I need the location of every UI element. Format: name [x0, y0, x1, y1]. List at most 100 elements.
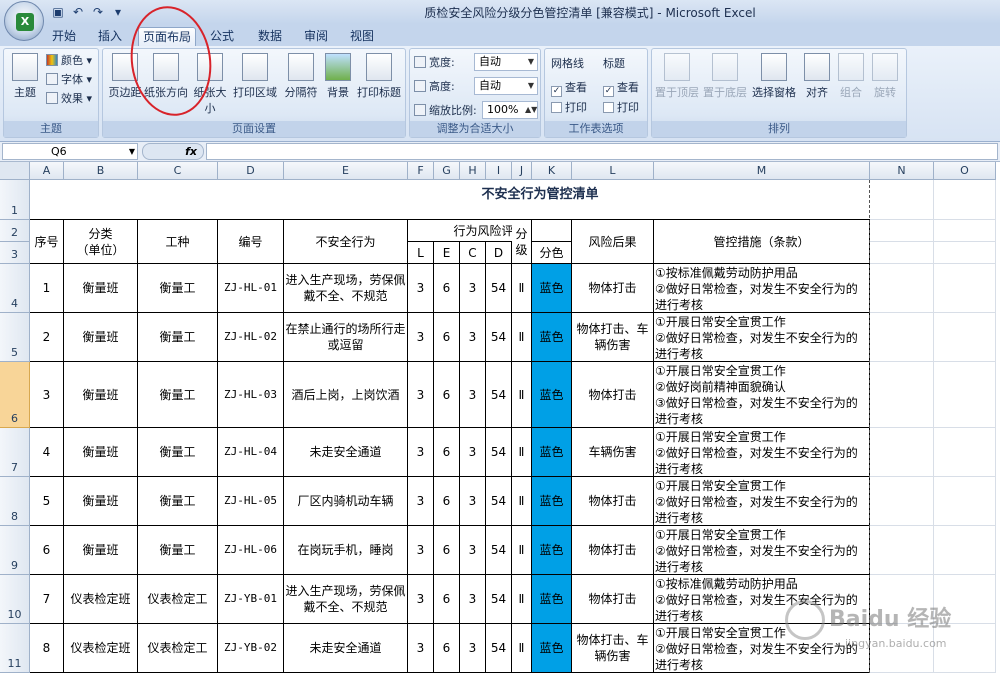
cell-C[interactable]: 3	[460, 428, 486, 477]
cell-color[interactable]: 蓝色	[532, 624, 572, 673]
empty-cell[interactable]	[934, 264, 996, 313]
column-header-I[interactable]: I	[486, 162, 512, 180]
row-header-4[interactable]: 4	[0, 264, 30, 313]
height-dropdown[interactable]: 自动 ▼	[474, 77, 538, 95]
cell-E[interactable]: 6	[434, 264, 460, 313]
header-level[interactable]: 分级	[512, 220, 532, 264]
cell-behavior[interactable]: 未走安全通道	[284, 624, 408, 673]
header-risk-eval[interactable]: 行为风险评价	[408, 220, 572, 242]
empty-cell[interactable]	[870, 313, 934, 362]
empty-cell[interactable]	[934, 242, 996, 264]
office-button[interactable]: X	[4, 1, 44, 41]
cell-L[interactable]: 3	[408, 313, 434, 362]
cell-color[interactable]: 蓝色	[532, 526, 572, 575]
column-header-H[interactable]: H	[460, 162, 486, 180]
cell-job[interactable]: 衡量工	[138, 477, 218, 526]
cell-C[interactable]: 3	[460, 477, 486, 526]
cell-behavior[interactable]: 未走安全通道	[284, 428, 408, 477]
empty-cell[interactable]	[934, 428, 996, 477]
gridlines-print-checkbox[interactable]: 打印	[551, 99, 587, 115]
header-behavior[interactable]: 不安全行为	[284, 220, 408, 264]
cell-D[interactable]: 54	[486, 477, 512, 526]
empty-cell[interactable]	[934, 220, 996, 242]
empty-cell[interactable]	[870, 264, 934, 313]
cell-C[interactable]: 3	[460, 526, 486, 575]
theme-effects-button[interactable]: 效果 ▾	[46, 91, 92, 107]
row-header-3[interactable]: 3	[0, 242, 30, 264]
cell-E[interactable]: 6	[434, 575, 460, 624]
cell-job[interactable]: 衡量工	[138, 428, 218, 477]
empty-cell[interactable]	[934, 313, 996, 362]
header-measures[interactable]: 管控措施（条款）	[654, 220, 870, 264]
empty-cell[interactable]	[870, 180, 934, 220]
cell-category[interactable]: 仪表检定班	[64, 575, 138, 624]
empty-cell[interactable]	[870, 220, 934, 242]
column-header-A[interactable]: A	[30, 162, 64, 180]
rotate-button[interactable]: 旋转	[868, 53, 902, 100]
cell-seq[interactable]: 6	[30, 526, 64, 575]
row-header-1[interactable]: 1	[0, 180, 30, 220]
header-seq[interactable]: 序号	[30, 220, 64, 264]
print-area-button[interactable]: 打印区域	[231, 53, 279, 100]
empty-cell[interactable]	[934, 477, 996, 526]
header-L[interactable]: L	[408, 242, 434, 264]
column-header-J[interactable]: J	[512, 162, 532, 180]
row-header-6[interactable]: 6	[0, 362, 30, 428]
cell-consequence[interactable]: 物体打击	[572, 526, 654, 575]
cell-job[interactable]: 仪表检定工	[138, 624, 218, 673]
header-job[interactable]: 工种	[138, 220, 218, 264]
column-header-D[interactable]: D	[218, 162, 284, 180]
cell-D[interactable]: 54	[486, 313, 512, 362]
cell-measures[interactable]: ①开展日常安全宣贯工作 ②做好日常检查，对发生不安全行为的进行考核	[654, 313, 870, 362]
cell-C[interactable]: 3	[460, 362, 486, 428]
theme-colors-button[interactable]: 颜色 ▾	[46, 53, 92, 69]
cell-L[interactable]: 3	[408, 362, 434, 428]
print-titles-button[interactable]: 打印标题	[355, 53, 403, 100]
cell-category[interactable]: 衡量班	[64, 313, 138, 362]
cell-behavior[interactable]: 进入生产现场，劳保佩戴不全、不规范	[284, 264, 408, 313]
header-E[interactable]: E	[434, 242, 460, 264]
empty-cell[interactable]	[870, 526, 934, 575]
formula-input[interactable]	[206, 143, 998, 160]
cell-seq[interactable]: 4	[30, 428, 64, 477]
cell-job[interactable]: 仪表检定工	[138, 575, 218, 624]
name-box[interactable]: Q6 ▼	[2, 143, 138, 160]
cell-category[interactable]: 衡量班	[64, 362, 138, 428]
gridlines-view-checkbox[interactable]: ✓ 查看	[551, 79, 587, 97]
theme-fonts-button[interactable]: 字体 ▾	[46, 72, 92, 88]
cell-L[interactable]: 3	[408, 428, 434, 477]
background-button[interactable]: 背景	[323, 53, 353, 100]
column-header-B[interactable]: B	[64, 162, 138, 180]
cell-C[interactable]: 3	[460, 575, 486, 624]
row-header-10[interactable]: 10	[0, 575, 30, 624]
cell-code[interactable]: ZJ-YB-02	[218, 624, 284, 673]
column-header-K[interactable]: K	[532, 162, 572, 180]
column-header-N[interactable]: N	[870, 162, 934, 180]
cell-code[interactable]: ZJ-HL-01	[218, 264, 284, 313]
tab-view[interactable]: 视图	[344, 27, 380, 46]
cell-seq[interactable]: 3	[30, 362, 64, 428]
cell-measures[interactable]: ①开展日常安全宣贯工作 ②做好岗前精神面貌确认 ③做好日常检查，对发生不安全行为…	[654, 362, 870, 428]
headings-view-checkbox[interactable]: ✓ 查看	[603, 79, 639, 97]
cell-E[interactable]: 6	[434, 624, 460, 673]
cell-job[interactable]: 衡量工	[138, 264, 218, 313]
empty-cell[interactable]	[934, 362, 996, 428]
cell-C[interactable]: 3	[460, 313, 486, 362]
scale-spinner[interactable]: 100% ▲▼	[482, 101, 538, 119]
empty-cell[interactable]	[870, 477, 934, 526]
header-C[interactable]: C	[460, 242, 486, 264]
cell-D[interactable]: 54	[486, 526, 512, 575]
cell-code[interactable]: ZJ-YB-01	[218, 575, 284, 624]
cell-consequence[interactable]: 物体打击、车辆伤害	[572, 313, 654, 362]
cell-behavior[interactable]: 进入生产现场，劳保佩戴不全、不规范	[284, 575, 408, 624]
header-color[interactable]: 分色	[532, 242, 572, 264]
cell-D[interactable]: 54	[486, 428, 512, 477]
cell-behavior[interactable]: 在岗玩手机，睡岗	[284, 526, 408, 575]
cell-measures[interactable]: ①开展日常安全宣贯工作 ②做好日常检查，对发生不安全行为的进行考核	[654, 526, 870, 575]
cell-L[interactable]: 3	[408, 264, 434, 313]
header-D[interactable]: D	[486, 242, 512, 264]
cell-E[interactable]: 6	[434, 313, 460, 362]
cell-level[interactable]: Ⅱ	[512, 526, 532, 575]
cell-behavior[interactable]: 酒后上岗，上岗饮酒	[284, 362, 408, 428]
align-button[interactable]: 对齐	[800, 53, 834, 100]
